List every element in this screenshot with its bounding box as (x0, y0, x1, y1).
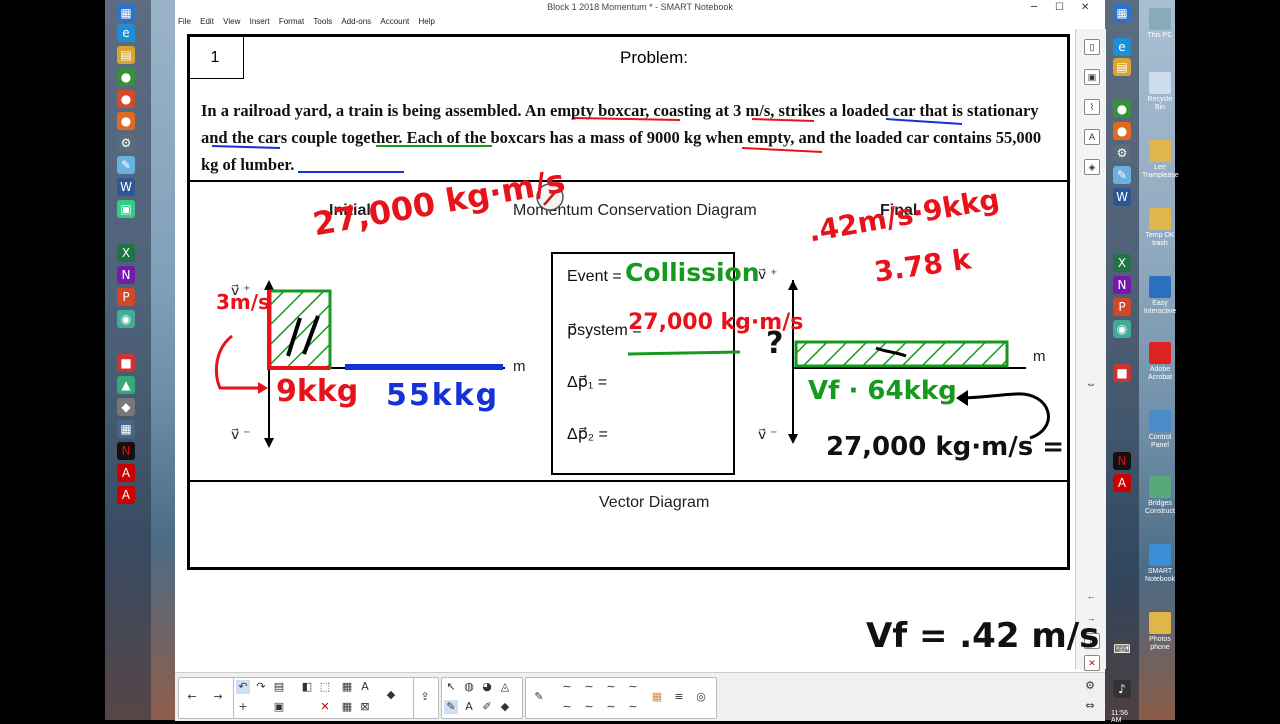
handwriting-answer: Vf = .42 m/s (866, 616, 1100, 656)
handwriting-mass2: 55kkg (386, 378, 500, 413)
diagram-drawings (211, 117, 1050, 448)
arrow-head (788, 280, 798, 290)
arrow-head (258, 382, 268, 394)
underline (741, 147, 823, 153)
arrow-head (788, 434, 798, 444)
underline (885, 118, 963, 125)
handwriting-mass1: 9kkg (276, 374, 359, 409)
arrow-head (264, 438, 274, 448)
underline (751, 118, 815, 122)
handwriting-initial-velocity: 3m/s (216, 290, 270, 314)
red-arrow (214, 334, 258, 390)
underline (211, 145, 281, 149)
handwriting-vf-equation: Vf · 64kkg (808, 376, 957, 406)
arrow-head (956, 390, 968, 406)
handwriting-final-momentum: 27,000 kg·m/s = (826, 432, 1065, 462)
handwriting-question: ? (766, 326, 784, 361)
underline (573, 117, 681, 121)
boxcar-bar (268, 289, 332, 370)
handwriting-event: Collission (625, 258, 760, 287)
arrow-head (264, 280, 274, 290)
green-underline (627, 350, 741, 356)
